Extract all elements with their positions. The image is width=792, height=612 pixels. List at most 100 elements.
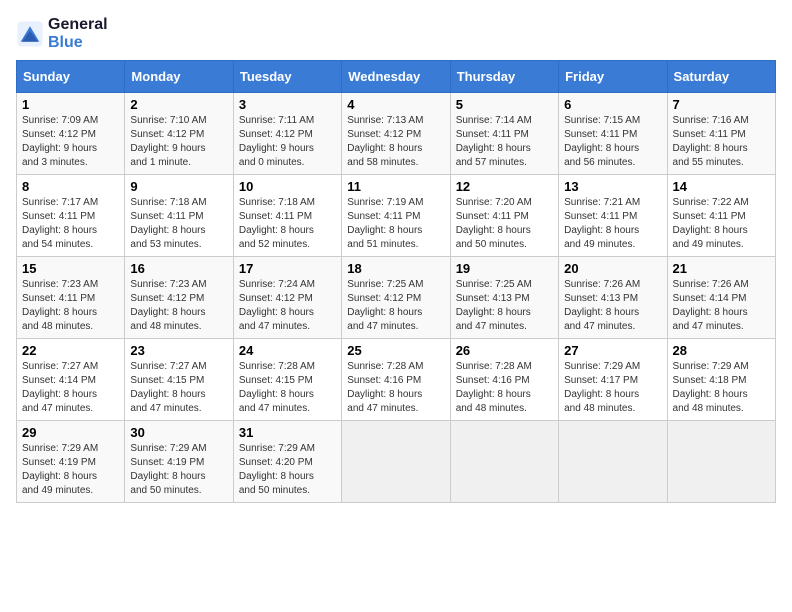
calendar-cell — [342, 421, 450, 503]
calendar-week-row: 15 Sunrise: 7:23 AM Sunset: 4:11 PM Dayli… — [17, 257, 776, 339]
day-number: 1 — [22, 97, 119, 112]
day-info: Sunrise: 7:27 AM Sunset: 4:15 PM Dayligh… — [130, 360, 227, 416]
day-number: 10 — [239, 179, 336, 194]
day-info: Sunrise: 7:15 AM Sunset: 4:11 PM Dayligh… — [564, 114, 661, 170]
calendar-cell: 31Sunrise: 7:29 AM Sunset: 4:20 PM Dayli… — [233, 421, 341, 503]
calendar-cell: 1 Sunrise: 7:09 AM Sunset: 4:12 PM Daylig… — [17, 93, 125, 175]
day-info: Sunrise: 7:29 AM Sunset: 4:20 PM Dayligh… — [239, 442, 336, 498]
calendar-week-row: 22 Sunrise: 7:27 AM Sunset: 4:14 PM Dayli… — [17, 339, 776, 421]
day-number: 4 — [347, 97, 444, 112]
day-number: 11 — [347, 179, 444, 194]
day-number: 20 — [564, 261, 661, 276]
calendar-cell: 17 Sunrise: 7:24 AM Sunset: 4:12 PM Dayli… — [233, 257, 341, 339]
col-header-saturday: Saturday — [667, 61, 775, 93]
day-info: Sunrise: 7:25 AM Sunset: 4:12 PM Dayligh… — [347, 278, 444, 334]
day-info: Sunrise: 7:19 AM Sunset: 4:11 PM Dayligh… — [347, 196, 444, 252]
day-number: 27 — [564, 343, 661, 358]
calendar-cell: 9Sunrise: 7:18 AM Sunset: 4:11 PM Daylig… — [125, 175, 233, 257]
col-header-tuesday: Tuesday — [233, 61, 341, 93]
calendar-cell — [559, 421, 667, 503]
col-header-wednesday: Wednesday — [342, 61, 450, 93]
col-header-friday: Friday — [559, 61, 667, 93]
calendar-cell: 26 Sunrise: 7:28 AM Sunset: 4:16 PM Dayli… — [450, 339, 558, 421]
day-number: 26 — [456, 343, 553, 358]
calendar-week-row: 1 Sunrise: 7:09 AM Sunset: 4:12 PM Daylig… — [17, 93, 776, 175]
day-number: 2 — [130, 97, 227, 112]
day-info: Sunrise: 7:20 AM Sunset: 4:11 PM Dayligh… — [456, 196, 553, 252]
day-number: 29 — [22, 425, 119, 440]
col-header-thursday: Thursday — [450, 61, 558, 93]
page-header: General Blue — [16, 16, 776, 52]
calendar-cell: 25Sunrise: 7:28 AM Sunset: 4:16 PM Dayli… — [342, 339, 450, 421]
logo-text: General Blue — [48, 16, 108, 52]
day-number: 6 — [564, 97, 661, 112]
day-number: 19 — [456, 261, 553, 276]
calendar-cell: 4 Sunrise: 7:13 AM Sunset: 4:12 PM Daylig… — [342, 93, 450, 175]
calendar-cell: 22 Sunrise: 7:27 AM Sunset: 4:14 PM Dayli… — [17, 339, 125, 421]
day-info: Sunrise: 7:24 AM Sunset: 4:12 PM Dayligh… — [239, 278, 336, 334]
day-info: Sunrise: 7:18 AM Sunset: 4:11 PM Dayligh… — [239, 196, 336, 252]
day-info: Sunrise: 7:21 AM Sunset: 4:11 PM Dayligh… — [564, 196, 661, 252]
day-number: 25 — [347, 343, 444, 358]
day-number: 8 — [22, 179, 119, 194]
calendar-cell: 14 Sunrise: 7:22 AM Sunset: 4:11 PM Dayli… — [667, 175, 775, 257]
day-info: Sunrise: 7:16 AM Sunset: 4:11 PM Dayligh… — [673, 114, 770, 170]
day-info: Sunrise: 7:29 AM Sunset: 4:19 PM Dayligh… — [130, 442, 227, 498]
day-info: Sunrise: 7:23 AM Sunset: 4:11 PM Dayligh… — [22, 278, 119, 334]
day-number: 9 — [130, 179, 227, 194]
day-number: 23 — [130, 343, 227, 358]
calendar-cell: 15 Sunrise: 7:23 AM Sunset: 4:11 PM Dayli… — [17, 257, 125, 339]
day-info: Sunrise: 7:13 AM Sunset: 4:12 PM Dayligh… — [347, 114, 444, 170]
day-info: Sunrise: 7:10 AM Sunset: 4:12 PM Dayligh… — [130, 114, 227, 170]
day-info: Sunrise: 7:28 AM Sunset: 4:16 PM Dayligh… — [456, 360, 553, 416]
day-number: 5 — [456, 97, 553, 112]
day-info: Sunrise: 7:25 AM Sunset: 4:13 PM Dayligh… — [456, 278, 553, 334]
day-info: Sunrise: 7:28 AM Sunset: 4:15 PM Dayligh… — [239, 360, 336, 416]
day-number: 17 — [239, 261, 336, 276]
day-number: 13 — [564, 179, 661, 194]
calendar-cell: 11 Sunrise: 7:19 AM Sunset: 4:11 PM Dayli… — [342, 175, 450, 257]
day-info: Sunrise: 7:29 AM Sunset: 4:18 PM Dayligh… — [673, 360, 770, 416]
calendar-cell: 10 Sunrise: 7:18 AM Sunset: 4:11 PM Dayli… — [233, 175, 341, 257]
calendar-cell: 3 Sunrise: 7:11 AM Sunset: 4:12 PM Daylig… — [233, 93, 341, 175]
day-number: 18 — [347, 261, 444, 276]
calendar-week-row: 8 Sunrise: 7:17 AM Sunset: 4:11 PM Daylig… — [17, 175, 776, 257]
calendar-cell: 27 Sunrise: 7:29 AM Sunset: 4:17 PM Dayli… — [559, 339, 667, 421]
day-info: Sunrise: 7:22 AM Sunset: 4:11 PM Dayligh… — [673, 196, 770, 252]
calendar-week-row: 29 Sunrise: 7:29 AM Sunset: 4:19 PM Dayli… — [17, 421, 776, 503]
day-info: Sunrise: 7:11 AM Sunset: 4:12 PM Dayligh… — [239, 114, 336, 170]
calendar-cell: 8 Sunrise: 7:17 AM Sunset: 4:11 PM Daylig… — [17, 175, 125, 257]
calendar-cell: 24 Sunrise: 7:28 AM Sunset: 4:15 PM Dayli… — [233, 339, 341, 421]
calendar-cell: 20 Sunrise: 7:26 AM Sunset: 4:13 PM Dayli… — [559, 257, 667, 339]
col-header-monday: Monday — [125, 61, 233, 93]
calendar-cell: 23 Sunrise: 7:27 AM Sunset: 4:15 PM Dayli… — [125, 339, 233, 421]
day-number: 14 — [673, 179, 770, 194]
day-number: 7 — [673, 97, 770, 112]
logo: General Blue — [16, 16, 108, 52]
day-info: Sunrise: 7:27 AM Sunset: 4:14 PM Dayligh… — [22, 360, 119, 416]
calendar-cell: 21 Sunrise: 7:26 AM Sunset: 4:14 PM Dayli… — [667, 257, 775, 339]
day-number: 12 — [456, 179, 553, 194]
day-number: 3 — [239, 97, 336, 112]
day-number: 30 — [130, 425, 227, 440]
day-info: Sunrise: 7:26 AM Sunset: 4:13 PM Dayligh… — [564, 278, 661, 334]
day-number: 15 — [22, 261, 119, 276]
logo-icon — [16, 20, 44, 48]
day-info: Sunrise: 7:14 AM Sunset: 4:11 PM Dayligh… — [456, 114, 553, 170]
day-info: Sunrise: 7:23 AM Sunset: 4:12 PM Dayligh… — [130, 278, 227, 334]
day-info: Sunrise: 7:26 AM Sunset: 4:14 PM Dayligh… — [673, 278, 770, 334]
calendar-header-row: SundayMondayTuesdayWednesdayThursdayFrid… — [17, 61, 776, 93]
day-info: Sunrise: 7:17 AM Sunset: 4:11 PM Dayligh… — [22, 196, 119, 252]
day-number: 24 — [239, 343, 336, 358]
day-number: 21 — [673, 261, 770, 276]
day-info: Sunrise: 7:29 AM Sunset: 4:17 PM Dayligh… — [564, 360, 661, 416]
calendar-cell: 28 Sunrise: 7:29 AM Sunset: 4:18 PM Dayli… — [667, 339, 775, 421]
day-number: 28 — [673, 343, 770, 358]
day-number: 22 — [22, 343, 119, 358]
calendar-cell: 30 Sunrise: 7:29 AM Sunset: 4:19 PM Dayli… — [125, 421, 233, 503]
day-info: Sunrise: 7:29 AM Sunset: 4:19 PM Dayligh… — [22, 442, 119, 498]
calendar-cell: 18 Sunrise: 7:25 AM Sunset: 4:12 PM Dayli… — [342, 257, 450, 339]
calendar-cell: 12 Sunrise: 7:20 AM Sunset: 4:11 PM Dayli… — [450, 175, 558, 257]
calendar-cell — [450, 421, 558, 503]
day-info: Sunrise: 7:09 AM Sunset: 4:12 PM Dayligh… — [22, 114, 119, 170]
